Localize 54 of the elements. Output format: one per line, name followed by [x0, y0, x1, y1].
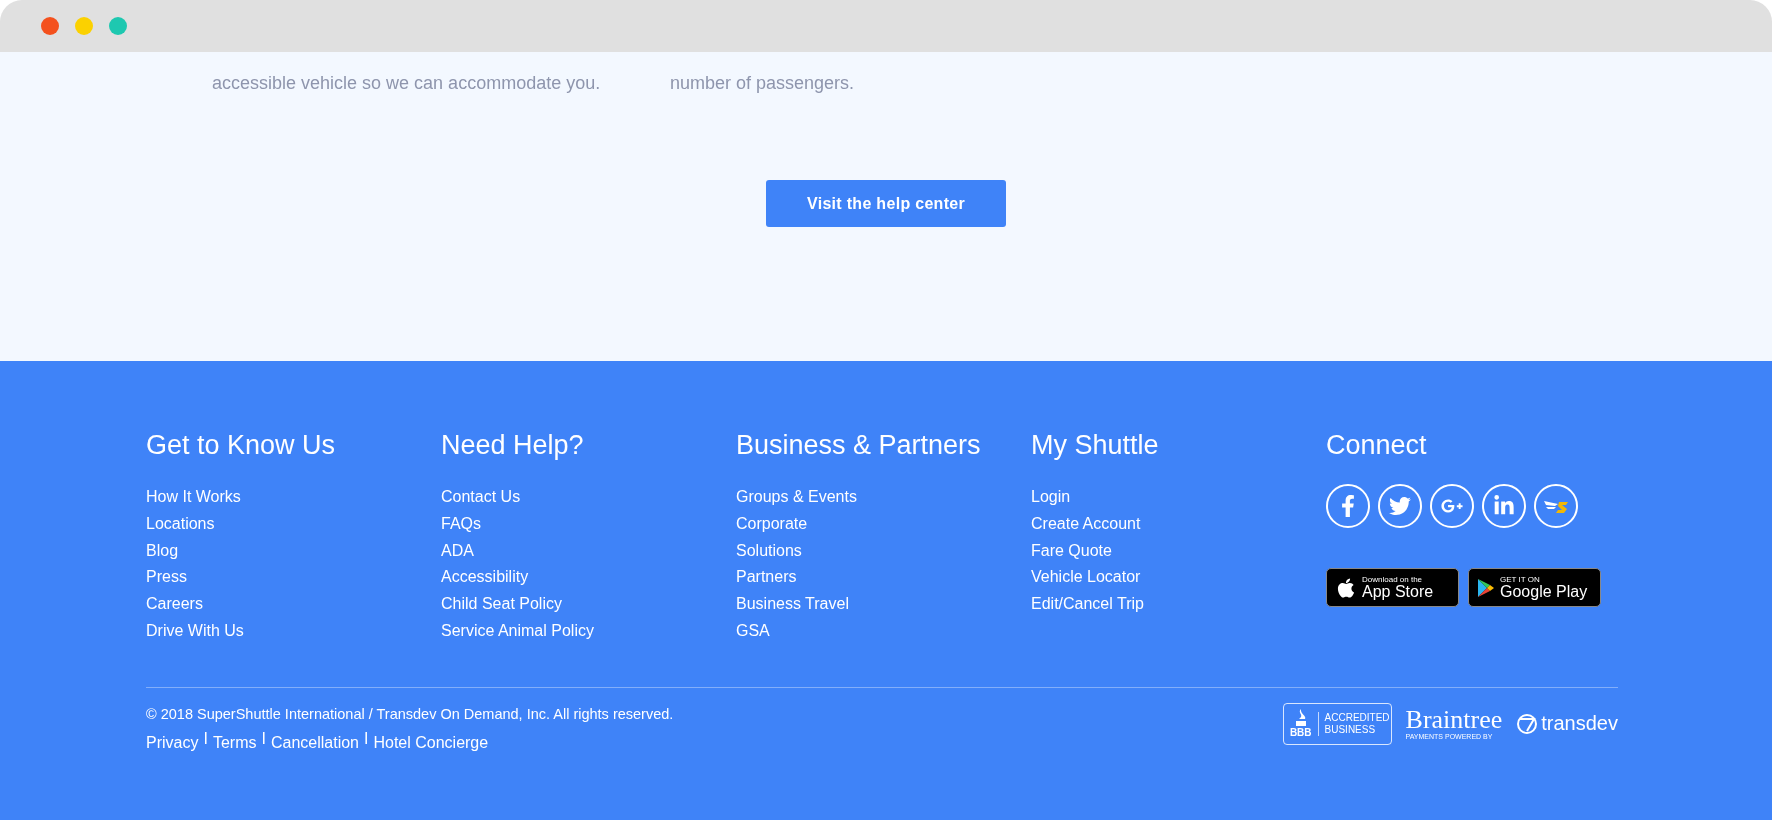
link-separator: I — [261, 729, 266, 749]
footer-link[interactable]: Corporate — [736, 510, 808, 538]
footer-link[interactable]: Careers — [146, 591, 203, 618]
footer-heading: Get to Know Us — [146, 429, 336, 462]
legal-link[interactable]: Hotel Concierge — [373, 729, 489, 757]
winged-shuttle-icon — [1543, 498, 1569, 514]
footer-link[interactable]: Contact Us — [441, 484, 521, 511]
window-control[interactable] — [41, 17, 59, 35]
social-button[interactable] — [1378, 484, 1422, 528]
footer-link[interactable]: Vehicle Locator — [1031, 564, 1141, 592]
social-button[interactable] — [1534, 484, 1578, 528]
footer-link[interactable]: Press — [146, 564, 187, 592]
footer-link[interactable]: Login — [1031, 484, 1071, 511]
faq-text: accessible vehicle so we can accommodate you. — [212, 72, 602, 95]
social-button[interactable] — [1430, 484, 1474, 528]
footer-heading: Need Help? — [441, 429, 584, 462]
social-button[interactable] — [1326, 484, 1370, 528]
copyright-text: © 2018 SuperShuttle International / Transdev On Demand, Inc. All rights reserved. — [146, 705, 674, 722]
footer-link[interactable]: Solutions — [736, 537, 802, 565]
play-triangle-icon — [1477, 577, 1495, 598]
twitter-icon — [1389, 495, 1411, 517]
link-separator: I — [203, 729, 208, 749]
help-center-button[interactable]: Visit the help center — [766, 180, 1006, 227]
linkedin-icon — [1493, 495, 1515, 517]
footer-heading: Business & Partners — [736, 429, 981, 462]
footer-heading: My Shuttle — [1031, 429, 1159, 462]
store-badge[interactable]: Download on the App Store — [1326, 568, 1459, 607]
transdev-logo: transdev — [1516, 712, 1618, 736]
accreditation-badge: BBB ACCREDITED BUSINESS — [1282, 702, 1392, 745]
footer-link[interactable]: FAQs — [441, 510, 481, 538]
footer-link[interactable]: How It Works — [146, 484, 241, 511]
footer-link[interactable]: Edit/Cancel Trip — [1031, 591, 1144, 618]
legal-link[interactable]: Cancellation — [270, 729, 359, 757]
social-button[interactable] — [1482, 484, 1526, 528]
faq-text: number of passengers. — [670, 72, 856, 95]
footer-link[interactable]: Locations — [146, 510, 215, 538]
footer-heading: Connect — [1326, 429, 1427, 462]
footer-link[interactable]: ADA — [441, 537, 474, 565]
link-separator: I — [364, 729, 369, 749]
apple-icon — [1335, 576, 1357, 599]
footer-link[interactable]: Child Seat Policy — [441, 591, 562, 618]
footer-link[interactable]: Fare Quote — [1031, 537, 1112, 565]
footer-link[interactable]: Accessibility — [441, 564, 529, 592]
footer-link[interactable]: GSA — [736, 618, 770, 645]
legal-link[interactable]: Privacy — [146, 729, 199, 757]
footer-link[interactable]: Partners — [736, 564, 797, 592]
footer-link[interactable]: Service Animal Policy — [441, 618, 594, 645]
store-badge[interactable]: GET IT ON Google Play — [1468, 568, 1601, 607]
footer-link[interactable]: Blog — [146, 537, 179, 565]
footer-link[interactable]: Drive With Us — [146, 618, 244, 645]
footer-link[interactable]: Create Account — [1031, 510, 1141, 538]
footer-link[interactable]: Business Travel — [736, 591, 849, 618]
footer-link[interactable]: Groups & Events — [736, 484, 857, 511]
legal-link[interactable]: Terms — [212, 729, 257, 757]
